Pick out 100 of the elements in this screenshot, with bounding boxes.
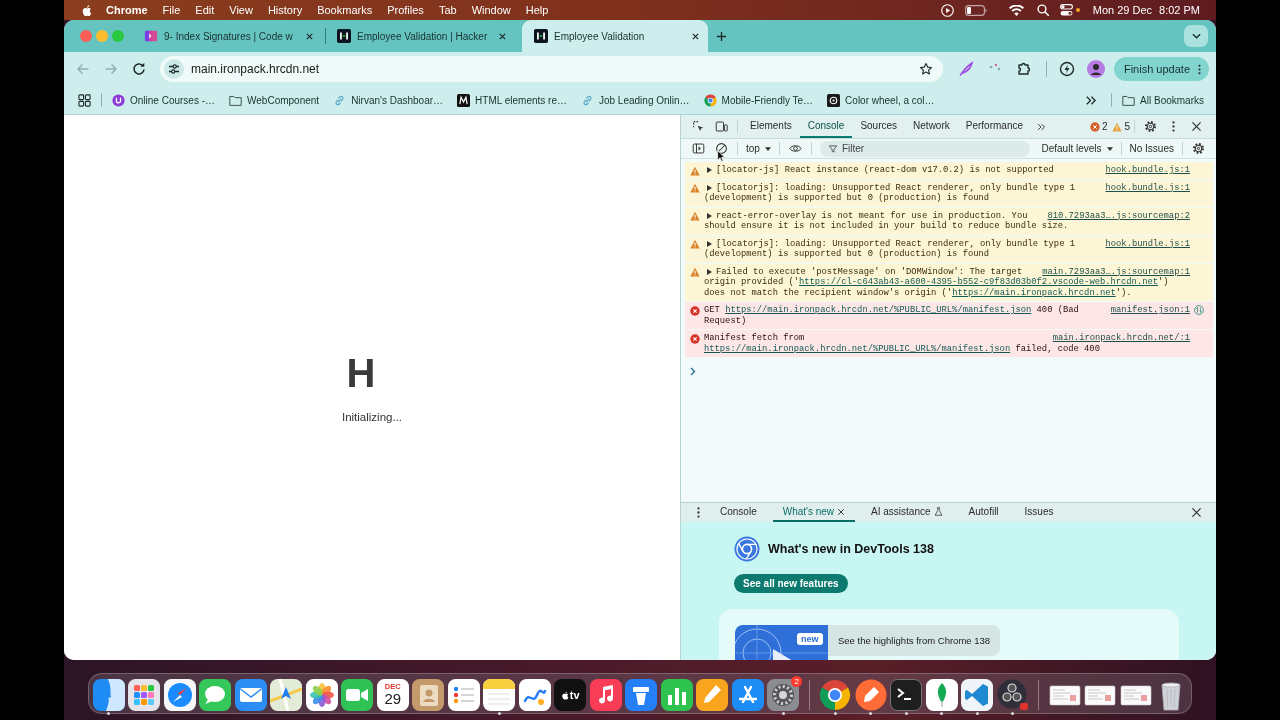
menu-item[interactable]: History (267, 4, 303, 16)
filter-field[interactable]: Filter (819, 140, 1030, 157)
leaf-icon[interactable] (925, 679, 958, 711)
three-circles-icon[interactable] (996, 679, 1029, 711)
menu-item[interactable]: File (162, 4, 181, 16)
source-link[interactable]: main.ironpack.hrcdn.net/:1 (1052, 333, 1190, 344)
flower-icon[interactable] (305, 679, 338, 711)
circle-arrows-icon[interactable] (1194, 305, 1204, 316)
menu-item[interactable]: View (229, 4, 253, 16)
close-icon[interactable] (1190, 506, 1203, 519)
speech-bubble-icon[interactable] (199, 679, 232, 711)
sidebar-icon[interactable] (692, 142, 705, 155)
envelope-icon[interactable] (234, 679, 267, 711)
bookmark-item[interactable]: Color wheel, a col… (827, 93, 935, 107)
podium-icon[interactable] (625, 679, 658, 711)
grid-icon[interactable] (128, 679, 161, 711)
avatar-icon[interactable] (1086, 60, 1105, 78)
highlights-card[interactable]: new See the highlights from Chrome 138 (719, 609, 1179, 660)
browser-tab[interactable]: Employee Validation | Hacker (329, 20, 515, 52)
menu-item[interactable]: Profiles (387, 4, 424, 16)
address-field[interactable]: main.ironpack.hrcdn.net (160, 56, 943, 82)
device-icon[interactable] (715, 120, 728, 133)
devtools-tab[interactable]: Performance (957, 115, 1031, 138)
menu-item[interactable]: Window (471, 4, 511, 16)
wifi-icon[interactable] (1008, 4, 1024, 16)
plus-icon[interactable] (716, 30, 727, 42)
segmented-circle-icon[interactable] (819, 679, 852, 711)
close-tab-icon[interactable] (305, 31, 314, 41)
message-link[interactable]: https://main.ironpack.hrcdn.net (952, 287, 1116, 298)
bookmark-item[interactable]: Online Courses -… (112, 93, 216, 107)
settings-icon[interactable] (1144, 120, 1157, 133)
inspect-icon[interactable] (692, 120, 705, 133)
tv-app-tile[interactable]: tv (554, 679, 587, 711)
bookmark-item[interactable]: HTML elements re… (457, 93, 567, 107)
tab-search-button[interactable] (1184, 25, 1208, 47)
split-square-icon[interactable] (92, 679, 125, 711)
devtools-tab[interactable]: Sources (852, 115, 906, 138)
crossed-strokes-icon[interactable] (731, 679, 764, 711)
levels-dropdown[interactable]: Default levels (1037, 143, 1117, 154)
bar-chart-icon[interactable] (660, 679, 693, 711)
toggles-icon[interactable] (1059, 4, 1073, 16)
drawer-tab[interactable]: AI assistance (861, 503, 953, 522)
settings-icon[interactable] (1192, 142, 1205, 155)
tune-icon[interactable] (164, 59, 184, 79)
menu-bar-time[interactable]: 8:02 PM (1159, 4, 1200, 16)
drawer-tab[interactable]: Issues (1014, 503, 1064, 522)
drawer-tab[interactable]: Console (710, 503, 767, 522)
puzzle-icon[interactable] (1015, 61, 1032, 77)
expand-triangle-icon[interactable] (707, 240, 712, 247)
source-link[interactable]: manifest.json:1 (1110, 305, 1190, 316)
reload-icon[interactable] (131, 61, 147, 77)
expand-triangle-icon[interactable] (707, 167, 712, 174)
source-link[interactable]: main.7293aa3….js:sourcemap:1 (1042, 266, 1190, 277)
finish-update-button[interactable]: Finish update (1113, 57, 1209, 81)
message-link[interactable]: https://main.ironpack.hrcdn.net/%PUBLIC_URL%/manifest.json (725, 305, 1032, 315)
terminal-icon[interactable] (890, 679, 923, 711)
menu-item[interactable]: Tab (438, 4, 457, 16)
drawer-tab[interactable]: Autofill (958, 503, 1009, 522)
play-circle-icon[interactable] (940, 3, 954, 17)
close-icon[interactable] (1190, 120, 1203, 133)
close-tab-icon[interactable] (498, 31, 507, 41)
all-bookmarks-item[interactable]: All Bookmarks (1122, 93, 1204, 107)
checklist-icon[interactable] (447, 679, 480, 711)
close-tab-icon[interactable] (837, 507, 846, 516)
message-link[interactable]: https://cl-c643ab43-a600-4395-b552-c9f83d03b0f2.vscode-web.hrcdn.net (799, 277, 1158, 287)
source-link[interactable]: hook.bundle.js:1 (1105, 238, 1190, 249)
menu-item[interactable]: Edit (195, 4, 215, 16)
app-menu[interactable]: Chrome (106, 4, 148, 16)
apple-logo-icon[interactable] (81, 3, 92, 17)
map-icon[interactable] (270, 679, 303, 711)
music-note-icon[interactable] (589, 679, 622, 711)
notepad-icon[interactable] (483, 679, 516, 711)
pencil-icon[interactable] (696, 679, 729, 711)
quill-icon[interactable] (957, 61, 974, 77)
browser-tab[interactable]: 9- Index Signatures | Code w (136, 20, 322, 52)
menu-bar-date[interactable]: Mon 29 Dec (1092, 4, 1153, 16)
expand-triangle-icon[interactable] (707, 268, 712, 275)
bookmark-item[interactable]: Nirvan's Dashboar… (333, 93, 444, 107)
double-chevron-icon[interactable] (1036, 121, 1046, 132)
expand-triangle-icon[interactable] (707, 184, 712, 191)
expand-triangle-icon[interactable] (707, 212, 712, 219)
star-icon[interactable] (918, 62, 933, 76)
prompt-chevron-icon[interactable] (690, 367, 696, 376)
video-camera-icon[interactable] (341, 679, 374, 711)
context-dropdown[interactable]: top (742, 143, 775, 154)
issues-button[interactable]: No Issues (1125, 143, 1178, 154)
battery-icon[interactable] (964, 4, 987, 16)
clear-icon[interactable] (715, 142, 728, 155)
eye-icon[interactable] (788, 142, 802, 155)
source-link[interactable]: hook.bundle.js:1 (1105, 165, 1190, 176)
devtools-tab[interactable]: Network (905, 115, 958, 138)
contact-book-icon[interactable] (412, 679, 445, 711)
warning-count[interactable]: 5 (1124, 121, 1130, 132)
source-link[interactable]: 810.7293aa3….js:sourcemap:2 (1047, 210, 1190, 221)
see-all-features-button[interactable]: See all new features (734, 574, 848, 593)
menu-item[interactable]: Help (525, 4, 549, 16)
source-link[interactable]: hook.bundle.js:1 (1105, 182, 1190, 193)
pen-circle-icon[interactable] (854, 679, 887, 711)
bookmark-item[interactable]: Job Leading Onlin… (580, 93, 690, 107)
error-count[interactable]: 2 (1101, 121, 1108, 132)
